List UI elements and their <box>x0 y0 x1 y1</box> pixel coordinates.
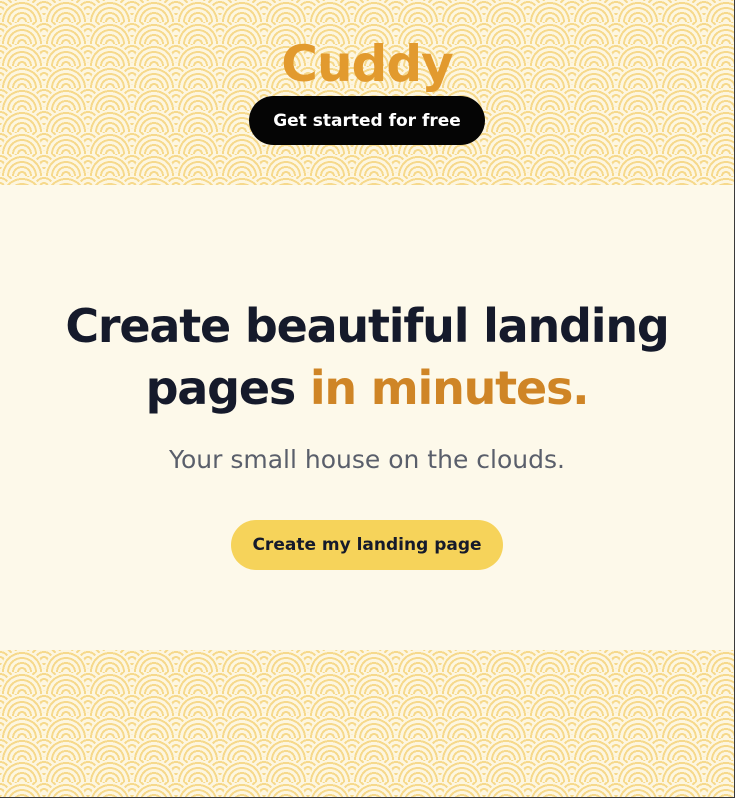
create-landing-page-button[interactable]: Create my landing page <box>231 520 503 570</box>
brand-logo[interactable]: Cuddy <box>0 34 734 94</box>
hero-headline: Create beautiful landing pages in minute… <box>0 295 734 419</box>
hero-subtitle: Your small house on the clouds. <box>169 445 565 474</box>
headline-accent: in minutes. <box>309 361 590 415</box>
headline-line2: pages <box>145 361 310 415</box>
wave-pattern-bottom <box>0 650 734 798</box>
get-started-button[interactable]: Get started for free <box>249 96 485 145</box>
headline-line1: Create beautiful landing <box>65 299 669 353</box>
